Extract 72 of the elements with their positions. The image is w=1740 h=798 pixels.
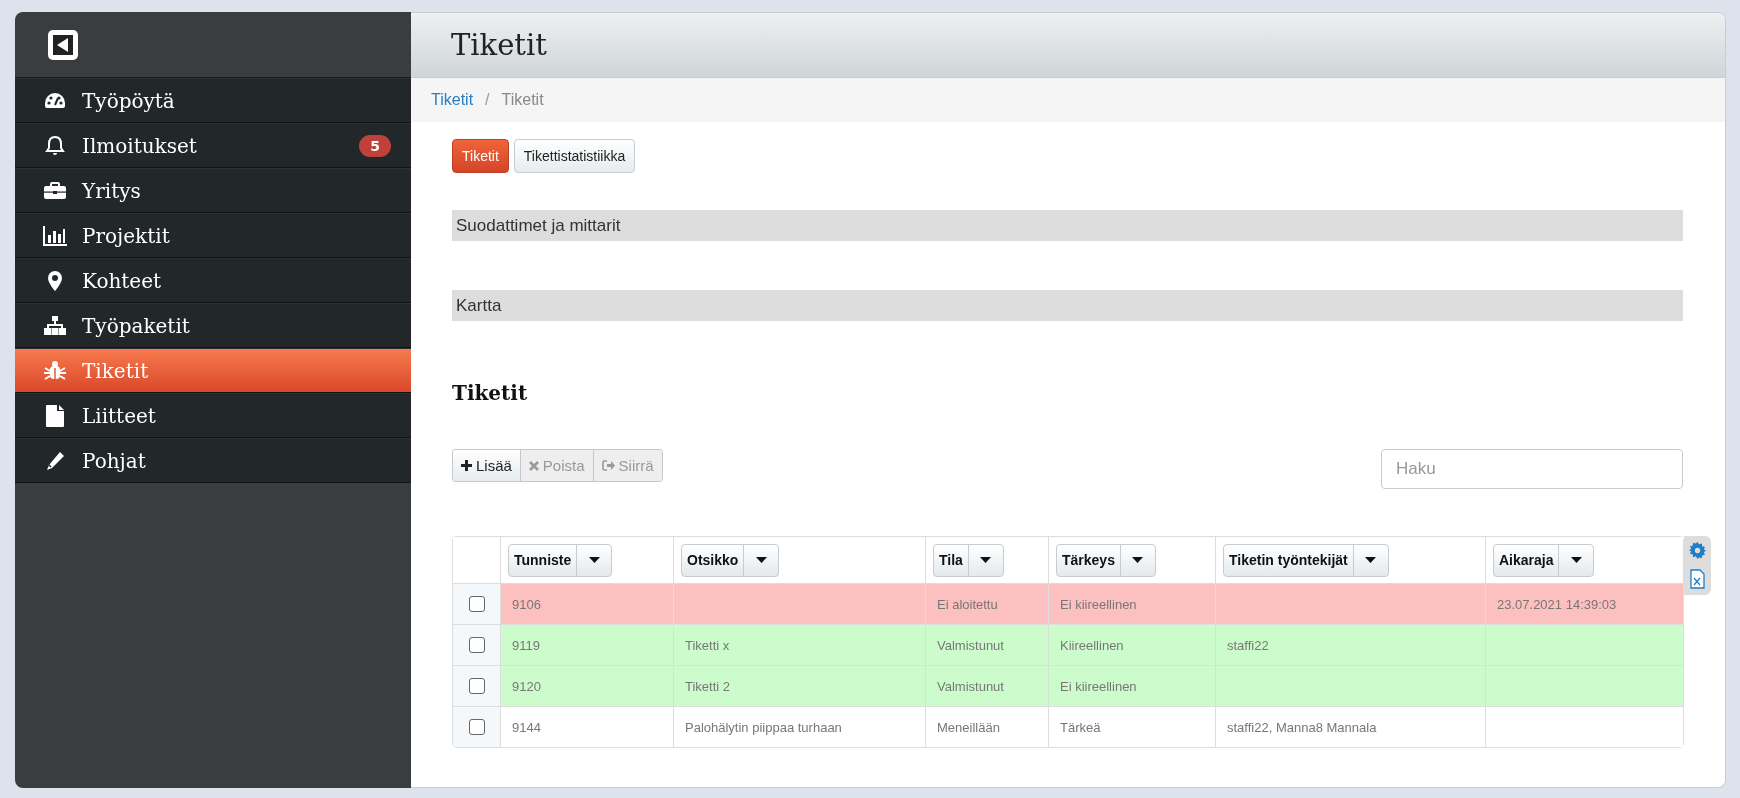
sidebar-item[interactable]: Ilmoitukset 5 xyxy=(15,123,411,168)
sidebar-item[interactable]: Yritys xyxy=(15,168,411,213)
excel-export-icon[interactable] xyxy=(1690,569,1705,589)
pencil-icon xyxy=(45,450,65,471)
table-cell: Tiketti 2 xyxy=(685,678,731,694)
table-row[interactable]: 9119 Tiketti x Valmistunut Kiireellinen staffi22 xyxy=(453,624,1683,665)
bell-icon xyxy=(45,134,65,157)
cross-icon xyxy=(528,460,539,471)
map-pin-icon xyxy=(48,270,62,291)
table-cell: staffi22 xyxy=(1227,637,1269,653)
table-cell: 9106 xyxy=(512,596,541,612)
sidebar-item[interactable]: Projektit xyxy=(15,213,411,258)
caret-icon xyxy=(1132,557,1144,563)
sidebar-item[interactable]: Kohteet xyxy=(15,258,411,303)
caret-icon xyxy=(980,557,992,563)
table-cell: Tiketti x xyxy=(685,637,730,653)
sidebar-item[interactable]: Työpaketit xyxy=(15,303,411,348)
exit-arrow-icon xyxy=(601,460,615,471)
caret-icon xyxy=(755,557,767,563)
column-header-button[interactable]: Tiketin työntekijät xyxy=(1223,543,1389,577)
bar-chart-icon xyxy=(43,225,67,246)
column-header-button[interactable]: Tärkeys xyxy=(1056,543,1156,577)
table-cell: 9120 xyxy=(512,678,541,694)
toolbar-button[interactable]: Lisää xyxy=(453,450,521,481)
collapse-sidebar-icon[interactable] xyxy=(47,28,79,61)
row-checkbox[interactable] xyxy=(468,596,485,613)
notification-count-badge: 5 xyxy=(359,134,391,157)
sidebar-item[interactable]: Pohjat xyxy=(15,438,411,483)
table-cell: Valmistunut xyxy=(937,678,1004,694)
table-cell: Meneillään xyxy=(937,719,1000,735)
caret-icon xyxy=(1571,557,1582,563)
table-row[interactable]: 9120 Tiketti 2 Valmistunut Ei kiireellinen xyxy=(453,665,1683,706)
table-cell: Ei kiireellinen xyxy=(1060,596,1137,612)
breadcrumb-link[interactable]: Tiketit xyxy=(431,91,474,109)
table-cell: staffi22, Manna8 Mannala xyxy=(1227,719,1377,735)
tab[interactable]: Tikettistatistiikka xyxy=(513,139,636,173)
table-cell: Palohälytin piippaa turhaan xyxy=(685,719,842,735)
settings-icon[interactable] xyxy=(1689,542,1706,559)
table-cell: Ei kiireellinen xyxy=(1060,678,1137,694)
collapsible-panel-header[interactable]: Kartta xyxy=(452,290,1683,321)
section-heading: Tiketit xyxy=(452,381,529,405)
column-header-button[interactable]: Aikaraja xyxy=(1493,543,1595,577)
table-cell: Ei aloitettu xyxy=(937,596,998,612)
collapsible-panel-header[interactable]: Suodattimet ja mittarit xyxy=(452,210,1683,241)
caret-icon xyxy=(588,557,600,563)
row-checkbox[interactable] xyxy=(468,678,485,695)
caret-icon xyxy=(1365,557,1377,563)
table-cell: 9144 xyxy=(512,719,541,735)
plus-icon xyxy=(461,460,472,471)
document-icon xyxy=(46,404,64,427)
breadcrumb-separator: / xyxy=(485,91,490,109)
column-header-button[interactable]: Otsikko xyxy=(681,543,780,577)
page-title: Tiketit xyxy=(451,28,547,62)
table-cell: 9119 xyxy=(512,637,540,653)
breadcrumb-current: Tiketit xyxy=(501,91,544,109)
column-header-button[interactable]: Tila xyxy=(933,543,1004,577)
bug-icon xyxy=(44,359,66,382)
table-cell: Valmistunut xyxy=(937,637,1004,653)
briefcase-icon xyxy=(44,181,66,200)
search-field[interactable]: Haku xyxy=(1381,449,1683,489)
sidebar-item[interactable]: Liitteet xyxy=(15,393,411,438)
row-checkbox[interactable] xyxy=(468,719,485,736)
table-cell: 23.07.2021 14:39:03 xyxy=(1497,596,1617,612)
row-checkbox[interactable] xyxy=(468,637,485,654)
column-header-button[interactable]: Tunniste xyxy=(508,543,613,577)
table-cell: Kiireellinen xyxy=(1060,637,1124,653)
dashboard-gauge-icon xyxy=(44,91,66,110)
table-row[interactable]: 9144 Palohälytin piippaa turhaan Meneillään Tärkeä staffi22, Manna8 Mannala xyxy=(453,706,1683,747)
tab[interactable]: Tiketit xyxy=(452,139,509,173)
table-cell: Tärkeä xyxy=(1060,719,1101,735)
hierarchy-icon xyxy=(44,315,66,336)
sidebar-item[interactable]: Työpöytä xyxy=(15,78,411,123)
